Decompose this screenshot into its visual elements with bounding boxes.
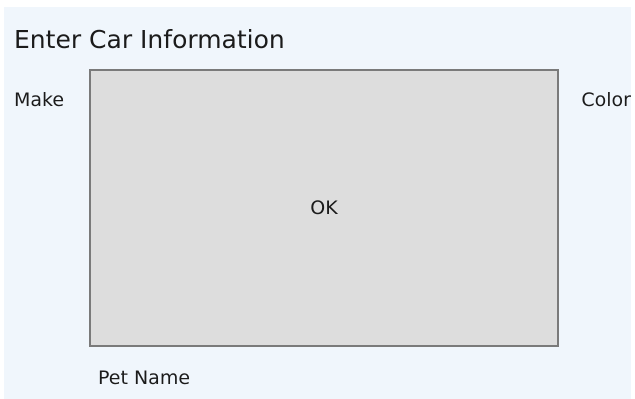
page-title: Enter Car Information <box>14 25 285 54</box>
make-label: Make <box>14 89 65 111</box>
pet-name-label: Pet Name <box>98 367 191 389</box>
ok-button[interactable]: OK <box>89 69 559 347</box>
color-label: Color <box>581 89 631 111</box>
ok-button-label: OK <box>310 197 338 219</box>
car-info-window: Enter Car Information Make Color OK Pet … <box>4 7 631 399</box>
